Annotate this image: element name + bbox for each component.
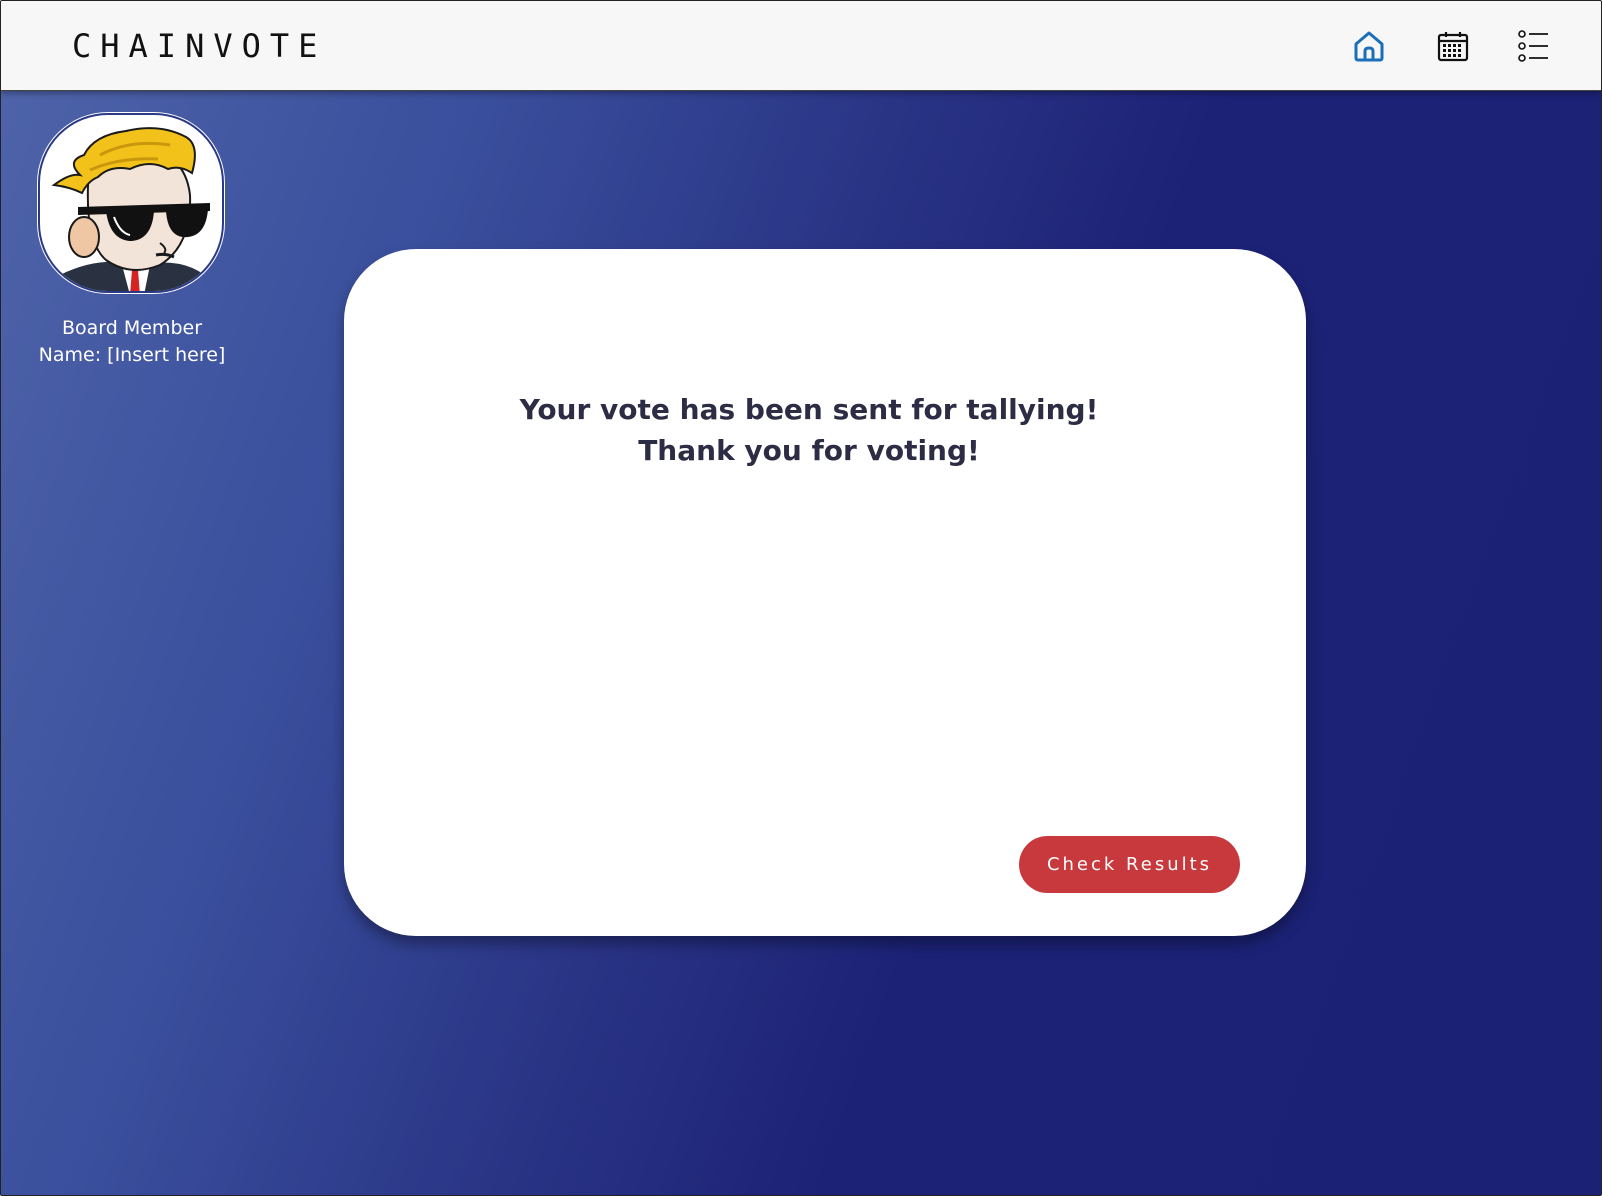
brand-logo-text[interactable]: CHAINVOTE (72, 27, 326, 65)
confirmation-card: Your vote has been sent for tallying! Th… (344, 249, 1306, 936)
profile-role: Board Member (61, 317, 203, 339)
confirmation-message: Your vote has been sent for tallying! Th… (344, 389, 1274, 471)
avatar-sunglasses-character-icon (51, 127, 215, 291)
confirmation-line-1: Your vote has been sent for tallying! (519, 393, 1099, 426)
list-icon[interactable] (1516, 28, 1552, 64)
check-results-button[interactable]: Check Results (1019, 836, 1240, 893)
avatar (38, 113, 224, 293)
top-navbar: CHAINVOTE (1, 1, 1601, 91)
app-window: CHAINVOTE Board Member Name: [Insert her… (0, 0, 1602, 1196)
calendar-icon[interactable] (1435, 28, 1471, 64)
confirmation-line-2: Thank you for voting! (638, 434, 980, 467)
home-icon[interactable] (1351, 28, 1387, 64)
profile-name: Name: [Insert here] (38, 344, 226, 366)
profile-info: Board Member Name: [Insert here] (1, 315, 263, 369)
